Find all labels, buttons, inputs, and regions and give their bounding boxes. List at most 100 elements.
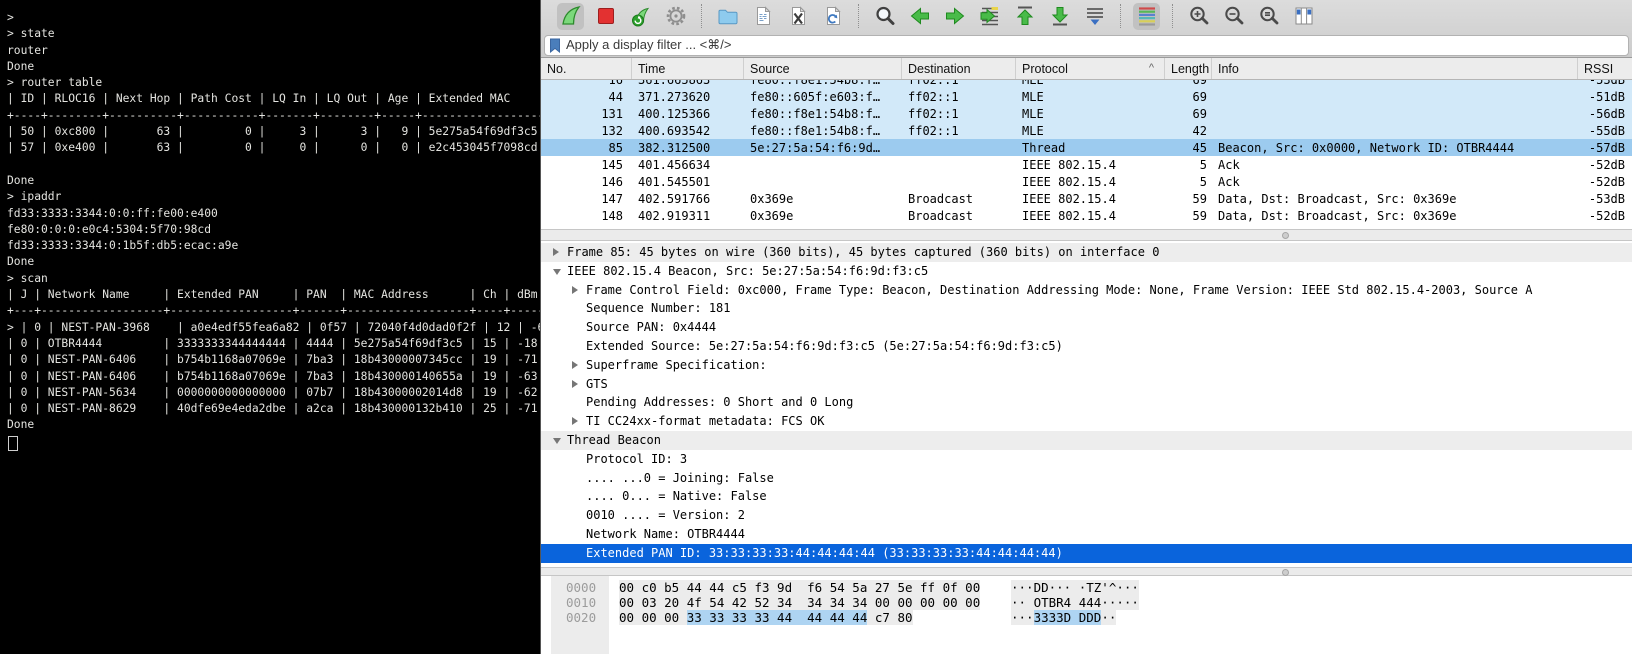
terminal-line: | 0 | NEST-PAN-6406 | b754b1168a07069e |… bbox=[7, 352, 540, 368]
capture-stop-button[interactable] bbox=[592, 3, 619, 30]
reload-file-button[interactable] bbox=[819, 3, 846, 30]
save-file-button[interactable] bbox=[749, 3, 776, 30]
open-file-button[interactable] bbox=[714, 3, 741, 30]
zoom-in-button[interactable] bbox=[1185, 3, 1212, 30]
cell-time: 400.125366 bbox=[632, 107, 744, 121]
detail-row[interactable]: .... ...0 = Joining: False bbox=[541, 469, 1632, 488]
find-packet-button[interactable] bbox=[871, 3, 898, 30]
detail-row[interactable]: .... 0... = Native: False bbox=[541, 487, 1632, 506]
detail-row[interactable]: TI CC24xx-format metadata: FCS OK bbox=[541, 412, 1632, 431]
cell-protocol: IEEE 802.15.4 bbox=[1016, 158, 1165, 172]
capture-restart-button[interactable] bbox=[627, 3, 654, 30]
hex-row[interactable]: 0020 00 00 00 33 33 33 33 44 44 44 44 c7… bbox=[541, 611, 1632, 626]
display-filter-input[interactable]: Apply a display filter ... <⌘/> bbox=[544, 35, 1629, 56]
colorize-packets-button[interactable] bbox=[1133, 3, 1160, 30]
packet-row[interactable]: 16361.665863fe80::f8e1:54b8:f…ff02::1MLE… bbox=[541, 80, 1632, 88]
packet-row[interactable]: 147402.5917660x369eBroadcastIEEE 802.15.… bbox=[541, 190, 1632, 207]
packet-row[interactable]: 146401.545501IEEE 802.15.45Ack-52dB bbox=[541, 173, 1632, 190]
detail-text: Source PAN: 0x4444 bbox=[541, 318, 716, 337]
detail-row[interactable]: Pending Addresses: 0 Short and 0 Long bbox=[541, 393, 1632, 412]
detail-row[interactable]: Superframe Specification: bbox=[541, 356, 1632, 375]
expand-arrow-icon[interactable] bbox=[572, 417, 578, 425]
expand-arrow-icon[interactable] bbox=[553, 248, 559, 256]
detail-text: .... 0... = Native: False bbox=[541, 487, 767, 506]
save-document-icon bbox=[751, 4, 775, 28]
detail-text: Frame 85: 45 bytes on wire (360 bits), 4… bbox=[541, 243, 1159, 262]
cell-rssi: -57dB bbox=[1578, 141, 1632, 155]
folder-icon bbox=[716, 4, 740, 28]
zoom-out-button[interactable] bbox=[1220, 3, 1247, 30]
cell-protocol: MLE bbox=[1016, 124, 1165, 138]
packet-list-header: No. Time Source Destination Protocol^ Le… bbox=[541, 58, 1632, 80]
column-header-length[interactable]: Length bbox=[1165, 58, 1212, 79]
cell-length: 59 bbox=[1165, 192, 1212, 206]
column-header-source[interactable]: Source bbox=[744, 58, 902, 79]
packet-row[interactable]: 132400.693542fe80::f8e1:54b8:f…ff02::1ML… bbox=[541, 122, 1632, 139]
detail-row[interactable]: Protocol ID: 3 bbox=[541, 450, 1632, 469]
cell-time: 371.273620 bbox=[632, 90, 744, 104]
cell-length: 59 bbox=[1165, 209, 1212, 223]
hex-row[interactable]: 0000 00 c0 b5 44 44 c5 f3 9d f6 54 5a 27… bbox=[541, 581, 1632, 596]
pane-splitter[interactable] bbox=[541, 229, 1632, 241]
cell-length: 42 bbox=[1165, 124, 1212, 138]
detail-row[interactable]: IEEE 802.15.4 Beacon, Src: 5e:27:5a:54:f… bbox=[541, 262, 1632, 281]
auto-scroll-button[interactable] bbox=[1081, 3, 1108, 30]
column-header-no[interactable]: No. bbox=[541, 58, 632, 79]
filter-bookmark-icon[interactable] bbox=[549, 38, 561, 53]
terminal-line: | ID | RLOC16 | Next Hop | Path Cost | L… bbox=[7, 91, 540, 107]
terminal-line: > state bbox=[7, 26, 540, 42]
column-header-protocol[interactable]: Protocol^ bbox=[1016, 58, 1165, 79]
arrow-right-icon bbox=[943, 4, 967, 28]
packet-row[interactable]: 131400.125366fe80::f8e1:54b8:f…ff02::1ML… bbox=[541, 105, 1632, 122]
expand-arrow-icon[interactable] bbox=[572, 361, 578, 369]
collapse-arrow-icon[interactable] bbox=[553, 438, 561, 444]
detail-row[interactable]: Extended Source: 5e:27:5a:54:f6:9d:f3:c5… bbox=[541, 337, 1632, 356]
arrow-up-icon bbox=[1013, 4, 1037, 28]
column-header-destination[interactable]: Destination bbox=[902, 58, 1016, 79]
filter-placeholder: Apply a display filter ... <⌘/> bbox=[566, 37, 731, 53]
packet-row-selected[interactable]: 85382.3125005e:27:5a:54:f6:9d…Thread45Be… bbox=[541, 139, 1632, 156]
collapse-arrow-icon[interactable] bbox=[553, 269, 561, 275]
pane-splitter[interactable] bbox=[541, 567, 1632, 576]
column-header-rssi[interactable]: RSSI bbox=[1578, 58, 1632, 79]
column-header-protocol-label: Protocol bbox=[1022, 62, 1068, 76]
packet-row[interactable]: 145401.456634IEEE 802.15.45Ack-52dB bbox=[541, 156, 1632, 173]
close-file-button[interactable] bbox=[784, 3, 811, 30]
packet-list: 16361.665863fe80::f8e1:54b8:f…ff02::1MLE… bbox=[541, 80, 1632, 229]
column-header-time[interactable]: Time bbox=[632, 58, 744, 79]
go-forward-button[interactable] bbox=[941, 3, 968, 30]
detail-row-selected[interactable]: Extended PAN ID: 33:33:33:33:44:44:44:44… bbox=[541, 544, 1632, 563]
cell-no: 44 bbox=[541, 90, 632, 104]
cell-no: 145 bbox=[541, 158, 632, 172]
resize-columns-button[interactable] bbox=[1290, 3, 1317, 30]
detail-row[interactable]: Thread Beacon bbox=[541, 431, 1632, 450]
go-to-packet-button[interactable] bbox=[976, 3, 1003, 30]
detail-row[interactable]: Frame Control Field: 0xc000, Frame Type:… bbox=[541, 281, 1632, 300]
detail-row[interactable]: Sequence Number: 181 bbox=[541, 299, 1632, 318]
detail-row[interactable]: Frame 85: 45 bytes on wire (360 bits), 4… bbox=[541, 243, 1632, 262]
expand-arrow-icon[interactable] bbox=[572, 286, 578, 294]
expand-arrow-icon[interactable] bbox=[572, 380, 578, 388]
zoom-reset-button[interactable] bbox=[1255, 3, 1282, 30]
packet-row[interactable]: 44371.273620fe80::605f:e603:f…ff02::1MLE… bbox=[541, 88, 1632, 105]
go-last-packet-button[interactable] bbox=[1046, 3, 1073, 30]
detail-row[interactable]: 0010 .... = Version: 2 bbox=[541, 506, 1632, 525]
detail-row[interactable]: Network Name: OTBR4444 bbox=[541, 525, 1632, 544]
detail-row[interactable]: Source PAN: 0x4444 bbox=[541, 318, 1632, 337]
hex-row[interactable]: 0010 00 03 20 4f 54 42 52 34 34 34 34 00… bbox=[541, 596, 1632, 611]
detail-text: Extended Source: 5e:27:5a:54:f6:9d:f3:c5… bbox=[541, 337, 1063, 356]
splitter-handle-icon[interactable] bbox=[1282, 569, 1289, 576]
terminal-window[interactable]: > > state router Done > router table | I… bbox=[0, 0, 540, 654]
cell-length: 69 bbox=[1165, 107, 1212, 121]
cell-no: 132 bbox=[541, 124, 632, 138]
detail-row[interactable]: GTS bbox=[541, 375, 1632, 394]
capture-options-button[interactable] bbox=[662, 3, 689, 30]
splitter-handle-icon[interactable] bbox=[1282, 232, 1289, 239]
restart-capture-icon bbox=[629, 4, 653, 28]
go-first-packet-button[interactable] bbox=[1011, 3, 1038, 30]
cell-protocol: IEEE 802.15.4 bbox=[1016, 209, 1165, 223]
packet-row[interactable]: 148402.9193110x369eBroadcastIEEE 802.15.… bbox=[541, 207, 1632, 224]
column-header-info[interactable]: Info bbox=[1212, 58, 1578, 79]
capture-start-button[interactable] bbox=[557, 3, 584, 30]
go-back-button[interactable] bbox=[906, 3, 933, 30]
